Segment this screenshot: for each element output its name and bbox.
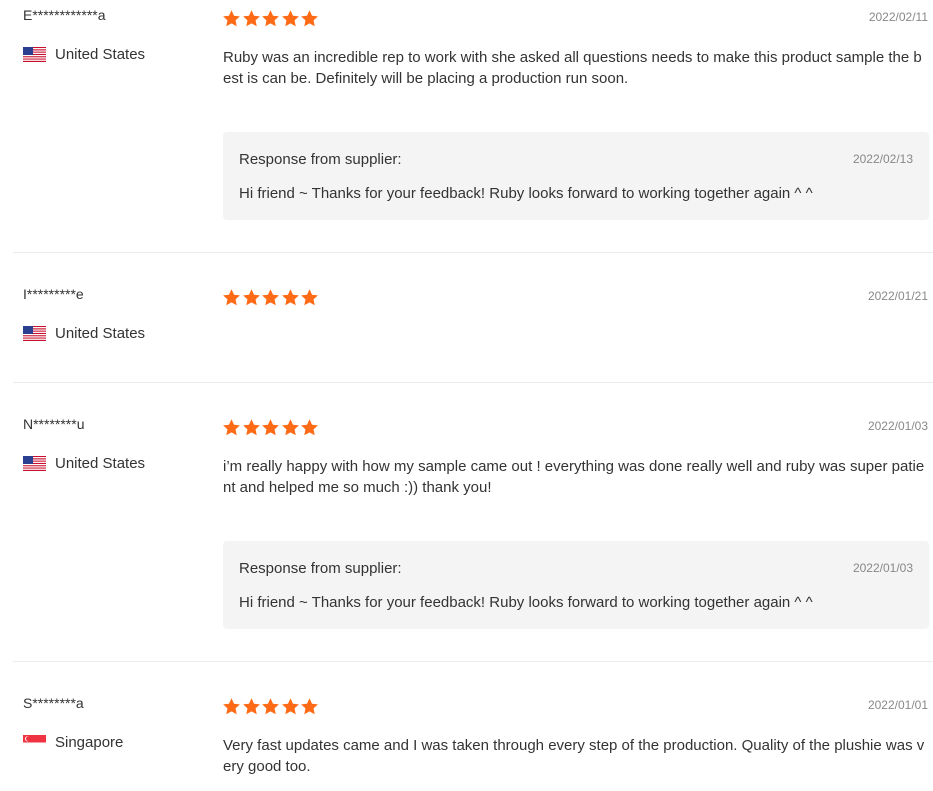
star-icon bbox=[301, 289, 318, 306]
review-text: Very fast updates came and I was taken t… bbox=[223, 737, 925, 775]
review-date: 2022/02/11 bbox=[868, 10, 928, 24]
star-icon bbox=[223, 289, 240, 306]
review-date: 2022/01/21 bbox=[867, 289, 928, 303]
star-icon bbox=[242, 419, 260, 436]
star-icon bbox=[262, 698, 279, 715]
country-label: Singapore bbox=[55, 734, 124, 751]
star-icon bbox=[281, 698, 299, 715]
reviewer-name: I*********e bbox=[23, 286, 84, 302]
review-text: Ruby was an incredible rep to work with … bbox=[223, 49, 922, 87]
response-text: Hi friend ~ Thanks for your feedback! Ru… bbox=[239, 185, 813, 202]
star-icon bbox=[301, 10, 318, 27]
star-icon bbox=[223, 698, 240, 715]
star-icon bbox=[223, 10, 240, 27]
review-date: 2022/01/01 bbox=[867, 698, 928, 712]
star-rating bbox=[222, 9, 320, 28]
reviewer-country: United States bbox=[23, 455, 145, 472]
star-icon bbox=[281, 419, 299, 436]
star-icon bbox=[262, 419, 279, 436]
country-label: United States bbox=[55, 325, 146, 342]
divider bbox=[13, 382, 933, 383]
response-label: Response from supplier: bbox=[239, 151, 402, 168]
star-icon bbox=[281, 289, 299, 306]
star-icon bbox=[242, 10, 260, 27]
star-icon bbox=[242, 698, 260, 715]
reviewer-country: United States bbox=[23, 325, 145, 342]
star-icon bbox=[242, 289, 260, 306]
review-text: i’m really happy with how my sample came… bbox=[223, 458, 925, 496]
response-label: Response from supplier: bbox=[239, 560, 402, 577]
divider bbox=[13, 252, 933, 253]
star-icon bbox=[262, 10, 279, 27]
reviewer-country: Singapore bbox=[23, 734, 123, 751]
response-text: Hi friend ~ Thanks for your feedback! Ru… bbox=[239, 594, 813, 611]
star-icon bbox=[223, 419, 240, 436]
supplier-response: Response from supplier: 2022/01/03 Hi fr… bbox=[223, 541, 929, 629]
us-flag-icon bbox=[23, 326, 46, 341]
country-label: United States bbox=[55, 455, 146, 472]
star-icon bbox=[262, 289, 279, 306]
star-icon bbox=[301, 419, 318, 436]
response-date: 2022/02/13 bbox=[852, 152, 913, 166]
review-date: 2022/01/03 bbox=[867, 419, 928, 433]
star-icon bbox=[281, 10, 299, 27]
reviewer-name: E************a bbox=[23, 7, 106, 23]
country-label: United States bbox=[55, 46, 146, 63]
supplier-response: Response from supplier: 2022/02/13 Hi fr… bbox=[223, 132, 929, 220]
star-rating bbox=[222, 288, 320, 307]
star-rating bbox=[222, 697, 320, 716]
response-date: 2022/01/03 bbox=[852, 561, 913, 575]
us-flag-icon bbox=[23, 47, 46, 62]
sg-flag-icon bbox=[23, 735, 46, 750]
divider bbox=[13, 661, 933, 662]
reviewer-name: S********a bbox=[23, 695, 84, 711]
star-icon bbox=[301, 698, 318, 715]
reviewer-country: United States bbox=[23, 46, 145, 63]
star-rating bbox=[222, 418, 320, 437]
us-flag-icon bbox=[23, 456, 46, 471]
reviewer-name: N********u bbox=[23, 416, 85, 432]
